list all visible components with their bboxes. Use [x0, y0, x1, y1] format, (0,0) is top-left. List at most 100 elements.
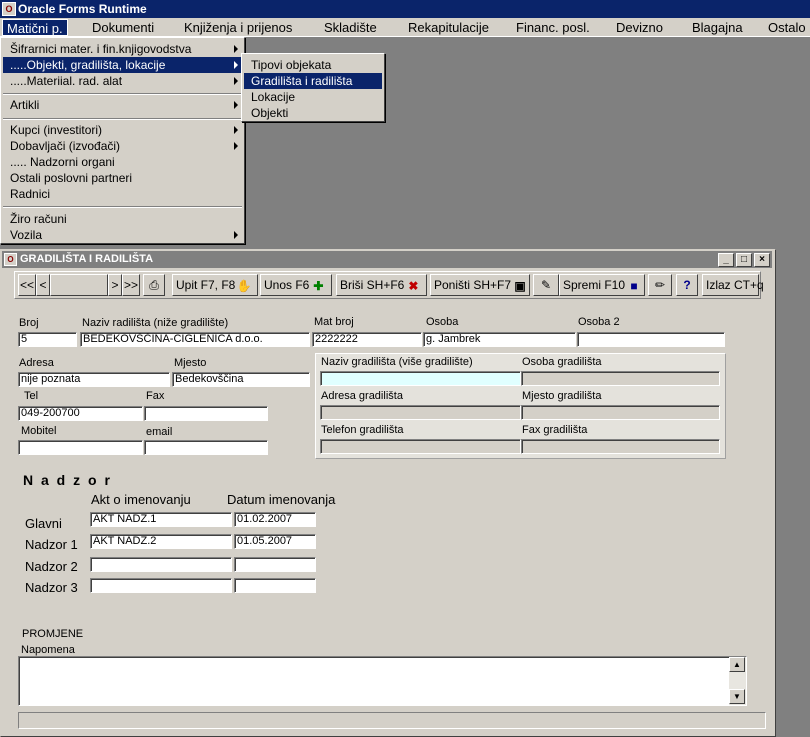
app-title: Oracle Forms Runtime: [18, 2, 147, 16]
menu-item-label: Šifrarnici mater. i fin.knjigovodstva: [10, 42, 192, 56]
maximize-icon[interactable]: □: [736, 253, 752, 267]
menu-dokumenti[interactable]: Dokumenti: [88, 19, 158, 36]
email-label: email: [146, 426, 173, 438]
query-hand-icon: ✋: [236, 278, 252, 293]
osoba-field[interactable]: g. Jambrek: [423, 332, 576, 347]
status-bar: [18, 712, 766, 729]
datum-field[interactable]: [234, 557, 316, 572]
last-record-button[interactable]: >>: [122, 274, 140, 296]
exit-button[interactable]: Izlaz CT+q: [702, 274, 764, 296]
menu-item-label: Ostali poslovni partneri: [10, 171, 133, 185]
tel-field[interactable]: 049-200700: [18, 406, 143, 421]
datum-field[interactable]: 01.05.2007: [234, 534, 316, 549]
query-button[interactable]: Upit F7, F8 ✋: [172, 274, 258, 296]
window-title-bar: O GRADILIŠTA I RADILIŠTA _ □ ×: [2, 251, 772, 268]
nadzor-title: N a d z o r: [23, 472, 112, 488]
email-field[interactable]: [144, 440, 268, 455]
submenu-item-tipovi-objekata[interactable]: Tipovi objekata: [244, 57, 382, 73]
mobitel-field[interactable]: [18, 440, 143, 455]
menu-skladiste[interactable]: Skladište: [320, 19, 381, 36]
menu-maticni[interactable]: Matični p.: [2, 19, 68, 36]
napomena-label: Napomena: [21, 644, 75, 656]
print-icon[interactable]: ⎙: [143, 274, 165, 296]
menu-item-sifrarnici[interactable]: Šifrarnici mater. i fin.knjigovodstva: [3, 41, 242, 57]
promjene-title: PROMJENE: [22, 628, 84, 640]
mobitel-label: Mobitel: [21, 425, 57, 437]
osoba2-field[interactable]: [577, 332, 725, 347]
osoba-gradilista-label: Osoba gradilišta: [522, 356, 602, 368]
first-record-button[interactable]: <<: [18, 274, 36, 296]
help-button[interactable]: ?: [676, 274, 698, 296]
submenu-arrow-icon: [234, 101, 238, 109]
broj-field[interactable]: 5: [18, 332, 77, 347]
save-button[interactable]: Spremi F10 ■: [559, 274, 645, 296]
minimize-icon[interactable]: _: [718, 253, 734, 267]
scroll-down-icon[interactable]: ▼: [729, 689, 745, 704]
fax-gradilista-field[interactable]: [521, 439, 720, 454]
osoba-label: Osoba: [426, 316, 459, 328]
menu-item-ostali-partneri[interactable]: Ostali poslovni partneri: [3, 170, 242, 186]
osoba-gradilista-field[interactable]: [521, 371, 720, 386]
naziv-field[interactable]: BEDEKOVŠČINA-CIGLENICA d.o.o.: [80, 332, 310, 347]
menu-item-radnici[interactable]: Radnici: [3, 186, 242, 202]
edit-list-icon[interactable]: ✎: [533, 274, 559, 296]
submenu-item-lokacije[interactable]: Lokacije: [244, 89, 382, 105]
datum-field[interactable]: [234, 578, 316, 593]
menu-separator: [3, 206, 242, 208]
menu-knjizenja[interactable]: Knjiženja i prijenos: [180, 19, 296, 36]
menu-item-artikli[interactable]: Artikli: [3, 97, 242, 113]
napomena-scrollbar[interactable]: ▲ ▼: [729, 657, 746, 705]
datum-field[interactable]: 01.02.2007: [234, 512, 316, 527]
menubar: Matični p. Dokumenti Knjiženja i prijeno…: [0, 18, 810, 37]
pencil-icon[interactable]: ✏: [648, 274, 672, 296]
menu-item-nadzorni-organi[interactable]: ..... Nadzorni organi: [3, 154, 242, 170]
menu-financ[interactable]: Financ. posl.: [512, 19, 594, 36]
submenu-arrow-icon: [234, 231, 238, 239]
naziv-gradilista-field[interactable]: [320, 371, 521, 386]
query-label: Upit F7, F8: [176, 278, 236, 292]
close-icon[interactable]: ×: [754, 253, 770, 267]
naziv-gradilista-label: Naziv gradilišta (više gradilište): [321, 356, 473, 368]
mjesto-gradilista-field[interactable]: [521, 405, 720, 420]
menu-blagajna[interactable]: Blagajna: [688, 19, 747, 36]
akt-field[interactable]: AKT NADZ.2: [90, 534, 232, 549]
akt-field[interactable]: AKT NADZ.1: [90, 512, 232, 527]
menu-item-vozila[interactable]: Vozila: [3, 227, 242, 243]
next-record-button[interactable]: >: [108, 274, 122, 296]
scroll-up-icon[interactable]: ▲: [729, 657, 745, 672]
menu-item-label: Vozila: [10, 228, 43, 242]
osoba2-label: Osoba 2: [578, 316, 620, 328]
telefon-gradilista-field[interactable]: [320, 439, 521, 454]
menu-ostalo[interactable]: Ostalo: [764, 19, 810, 36]
record-indicator: [50, 274, 108, 296]
mat-broj-field[interactable]: 2222222: [312, 332, 422, 347]
toolbar: << < > >> ⎙ Upit F7, F8 ✋ Unos F6 ✚ Briši …: [14, 271, 764, 299]
submenu-item-objekti[interactable]: Objekti: [244, 105, 382, 121]
fax-field[interactable]: [144, 406, 268, 421]
adresa-field[interactable]: nije poznata: [18, 372, 170, 387]
cancel-label: Poništi SH+F7: [434, 278, 512, 292]
menu-item-dobavljaci[interactable]: Dobavljači (izvođači): [3, 138, 242, 154]
menu-rekapitulacije[interactable]: Rekapitulacije: [404, 19, 493, 36]
akt-field[interactable]: [90, 578, 232, 593]
menu-item-label: .....Materiial. rad. alat: [10, 74, 123, 88]
menu-devizno[interactable]: Devizno: [612, 19, 667, 36]
mjesto-field[interactable]: Bedekovščina: [172, 372, 310, 387]
prev-record-button[interactable]: <: [36, 274, 50, 296]
menu-item-kupci[interactable]: Kupci (investitori): [3, 122, 242, 138]
insert-label: Unos F6: [264, 278, 310, 292]
menu-item-objekti[interactable]: .....Objekti, gradilišta, lokacije: [3, 57, 242, 73]
akt-field[interactable]: [90, 557, 232, 572]
adresa-gradilista-field[interactable]: [320, 405, 521, 420]
insert-button[interactable]: Unos F6 ✚: [260, 274, 332, 296]
napomena-textarea[interactable]: [18, 656, 747, 706]
fax-gradilista-label: Fax gradilišta: [522, 424, 588, 436]
menu-item-materijal[interactable]: .....Materiial. rad. alat: [3, 73, 242, 89]
submenu-arrow-icon: [234, 77, 238, 85]
nadzor-row-label: Nadzor 2: [25, 559, 78, 574]
mjesto-label: Mjesto: [174, 357, 207, 369]
menu-item-ziro-racuni[interactable]: Žiro računi: [3, 211, 242, 227]
cancel-button[interactable]: Poništi SH+F7 ▣: [430, 274, 530, 296]
delete-button[interactable]: Briši SH+F6 ✖: [336, 274, 427, 296]
submenu-item-gradilista[interactable]: Gradilišta i radilišta: [244, 73, 382, 89]
